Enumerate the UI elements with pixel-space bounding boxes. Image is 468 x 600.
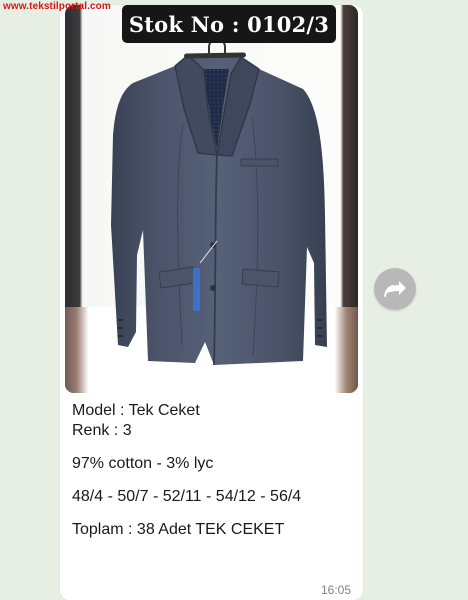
forward-arrow-icon [384,281,406,297]
watermark: www.tekstilportal.com [3,1,111,12]
caption-total: Toplam : 38 Adet TEK CEKET [72,521,285,538]
message-caption: Model : Tek Ceket Renk : 3 97% cotton - … [72,401,358,540]
message-bubble[interactable]: Stok No : 0102/3 Model: Tek Ceket Renk … [60,5,363,600]
caption-material: 97% cotton - 3% lyc [72,455,214,472]
stock-number-label: Stok No : 0102/3 [128,11,330,37]
caption-color: Renk : 3 [72,422,132,439]
breast-pocket [240,158,279,167]
caption-model: Model : Tek Ceket [72,402,200,419]
stock-number-tag: Stok No : 0102/3 [122,5,336,43]
forward-button[interactable] [374,268,416,310]
jacket-image [111,54,327,366]
product-photo[interactable]: Stok No : 0102/3 [65,5,358,393]
caption-sizes: 48/4 - 50/7 - 52/11 - 54/12 - 56/4 [72,488,302,505]
price-tag [193,268,200,311]
chat-screen: www.tekstilportal.com Stok No : 0102/3 M… [0,0,468,600]
button-2 [210,285,216,291]
message-timestamp: 16:05 [320,583,351,597]
right-pocket-flap [241,268,280,288]
